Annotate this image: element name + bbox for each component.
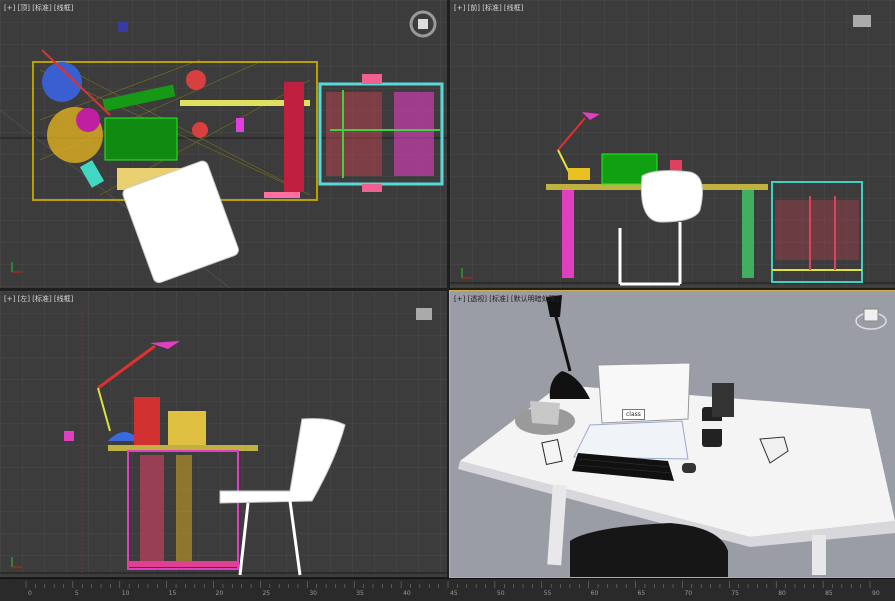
- timeline-tick-label: 15: [169, 590, 177, 597]
- timeline-tick-label: 55: [544, 590, 552, 597]
- laptop-shape: [104, 117, 178, 161]
- viewcube-front[interactable]: [850, 12, 876, 32]
- viewport-left[interactable]: [+] [左] [标准] [线框]: [0, 291, 447, 577]
- timeline-tick-label: 60: [591, 590, 599, 597]
- class-note: class: [622, 409, 645, 420]
- timeline-tick-label: 70: [684, 590, 692, 597]
- chair-front: [640, 170, 703, 223]
- timeline-tick-label: 30: [309, 590, 317, 597]
- timeline-tick-label: 25: [262, 590, 270, 597]
- timeline-tick-label: 75: [731, 590, 739, 597]
- timeline-tick-label: 10: [122, 590, 130, 597]
- viewport-front[interactable]: [+] [前] [标准] [线框]: [450, 0, 895, 288]
- viewcube-top[interactable]: [409, 10, 437, 38]
- viewport-label-left[interactable]: [+] [左] [标准] [线框]: [4, 294, 73, 304]
- timeline-track[interactable]: 0 5 10 15 20 25 30 35 40 45 50 55 60 65 70 75 80 85 90: [0, 578, 895, 601]
- laptop-base: [573, 420, 689, 460]
- front-view-canvas[interactable]: [450, 0, 895, 288]
- viewport-label-top[interactable]: [+] [顶] [标准] [线框]: [4, 3, 73, 13]
- timeline-tick-label: 65: [638, 590, 646, 597]
- viewport-label-perspective[interactable]: [+] [透视] [标准] [默认明暗处理]: [454, 294, 558, 304]
- viewcube-perspective[interactable]: [854, 303, 888, 331]
- timeline-tick-label: 0: [28, 590, 32, 597]
- timeline-tick-label: 85: [825, 590, 833, 597]
- pen-holder: [712, 383, 734, 417]
- timeline-tick-label: 5: [75, 590, 79, 597]
- timeline-tick-label: 45: [450, 590, 458, 597]
- viewport-perspective[interactable]: [+] [透视] [标准] [默认明暗处理] class: [449, 290, 895, 578]
- viewcube-left[interactable]: [412, 305, 438, 325]
- perspective-view-canvas[interactable]: [450, 291, 895, 577]
- timeline-tick-label: 80: [778, 590, 786, 597]
- mouse: [682, 463, 696, 473]
- viewport-label-front[interactable]: [+] [前] [标准] [线框]: [454, 3, 523, 13]
- timeline-tick-label: 35: [356, 590, 364, 597]
- timeline-tick-label: 40: [403, 590, 411, 597]
- left-view-canvas[interactable]: [0, 291, 447, 577]
- top-view-canvas[interactable]: [0, 0, 447, 288]
- timeline-tick-label: 50: [497, 590, 505, 597]
- timeline-tick-label: 90: [872, 590, 880, 597]
- timeline-ruler[interactable]: 0 5 10 15 20 25 30 35 40 45 50 55 60 65 70 75 80 85 90: [0, 579, 895, 601]
- viewport-top[interactable]: [+] [顶] [标准] [线框]: [0, 0, 447, 288]
- timeline-tick-label: 20: [216, 590, 224, 597]
